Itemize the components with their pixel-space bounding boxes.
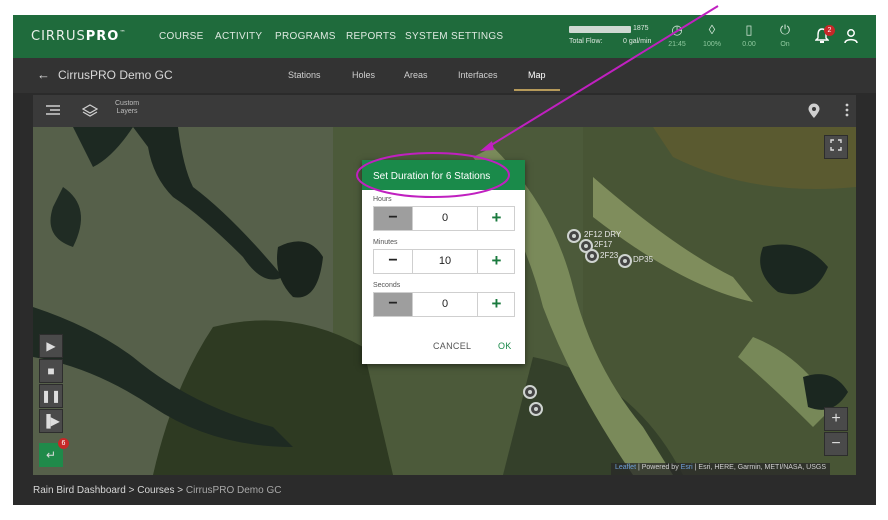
annotation-arrowhead	[480, 141, 494, 151]
annotation-ellipse	[356, 152, 510, 198]
annotation-overlay	[356, 5, 719, 198]
annotation-arrow	[487, 5, 719, 148]
